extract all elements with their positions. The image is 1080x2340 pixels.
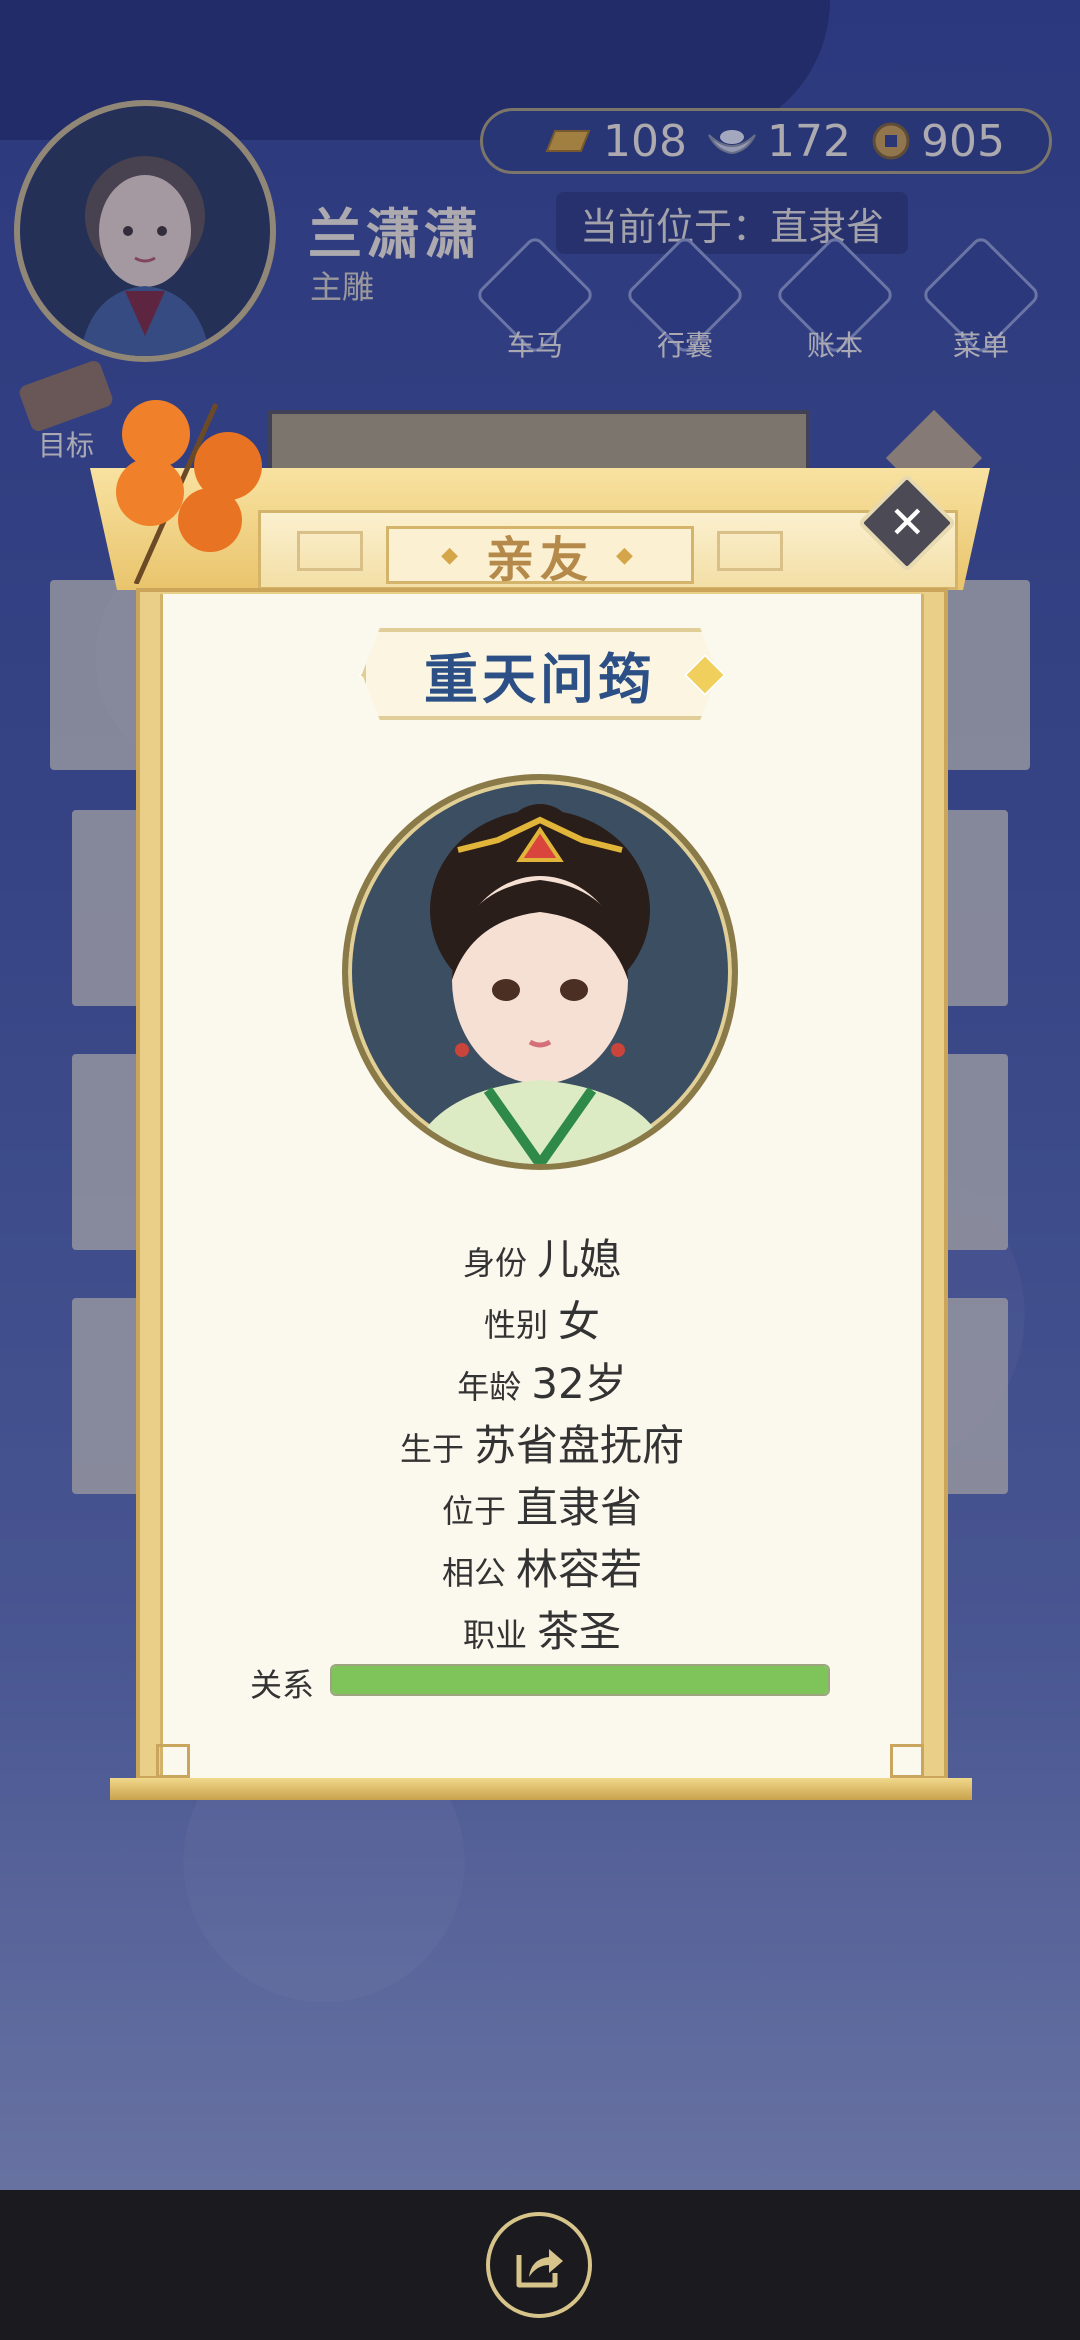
close-icon: ✕ [888,497,926,548]
corner-ornament [890,1744,924,1778]
field-gender: 性别女 [160,1288,924,1349]
field-location: 位于 直隶省 [160,1474,924,1535]
field-value: 苏省盘抚府 [474,1421,685,1470]
field-label: 年龄 [457,1368,522,1406]
band-decoration [297,531,363,571]
modal-title-text: 亲友 [485,532,594,588]
field-profession: 职业 茶圣 [160,1598,924,1659]
field-value: 儿媳 [537,1235,622,1284]
relation-bar [330,1664,830,1696]
tanghulu-decoration [96,394,266,586]
friend-portrait [342,774,738,1170]
share-button[interactable] [486,2212,592,2318]
share-icon [516,2249,563,2288]
modal-title: ◆ 亲友 ◆ [386,526,694,588]
field-age: 年龄 32岁 [160,1350,924,1411]
field-value: 茶圣 [537,1607,622,1656]
field-label: 身份 [462,1244,527,1282]
field-value: 32岁 [531,1359,627,1408]
band-decoration [717,531,783,571]
field-value: 林容若 [516,1545,643,1594]
modal-panel-base [110,1778,972,1800]
field-label: 职业 [462,1616,527,1654]
field-label: 性别 [483,1306,548,1344]
field-value: 女 [558,1297,601,1346]
relation-label: 关系 [250,1666,315,1704]
relation-bar-fill [332,1666,828,1694]
corner-ornament [156,1744,190,1778]
field-birthplace: 生于 苏省盘抚府 [160,1412,924,1473]
field-husband: 相公 林容若 [160,1536,924,1597]
field-value: 直隶省 [516,1483,643,1532]
title-dot-icon: ◆ [616,542,639,568]
field-identity: 身份 儿媳 [160,1226,924,1287]
friend-name-plaque: 重天问筠 [362,628,718,720]
friend-name: 重天问筠 [424,647,656,711]
title-dot-icon: ◆ [441,542,464,568]
field-label: 生于 [399,1430,464,1468]
field-label: 位于 [441,1492,506,1530]
field-label: 相公 [441,1554,506,1592]
